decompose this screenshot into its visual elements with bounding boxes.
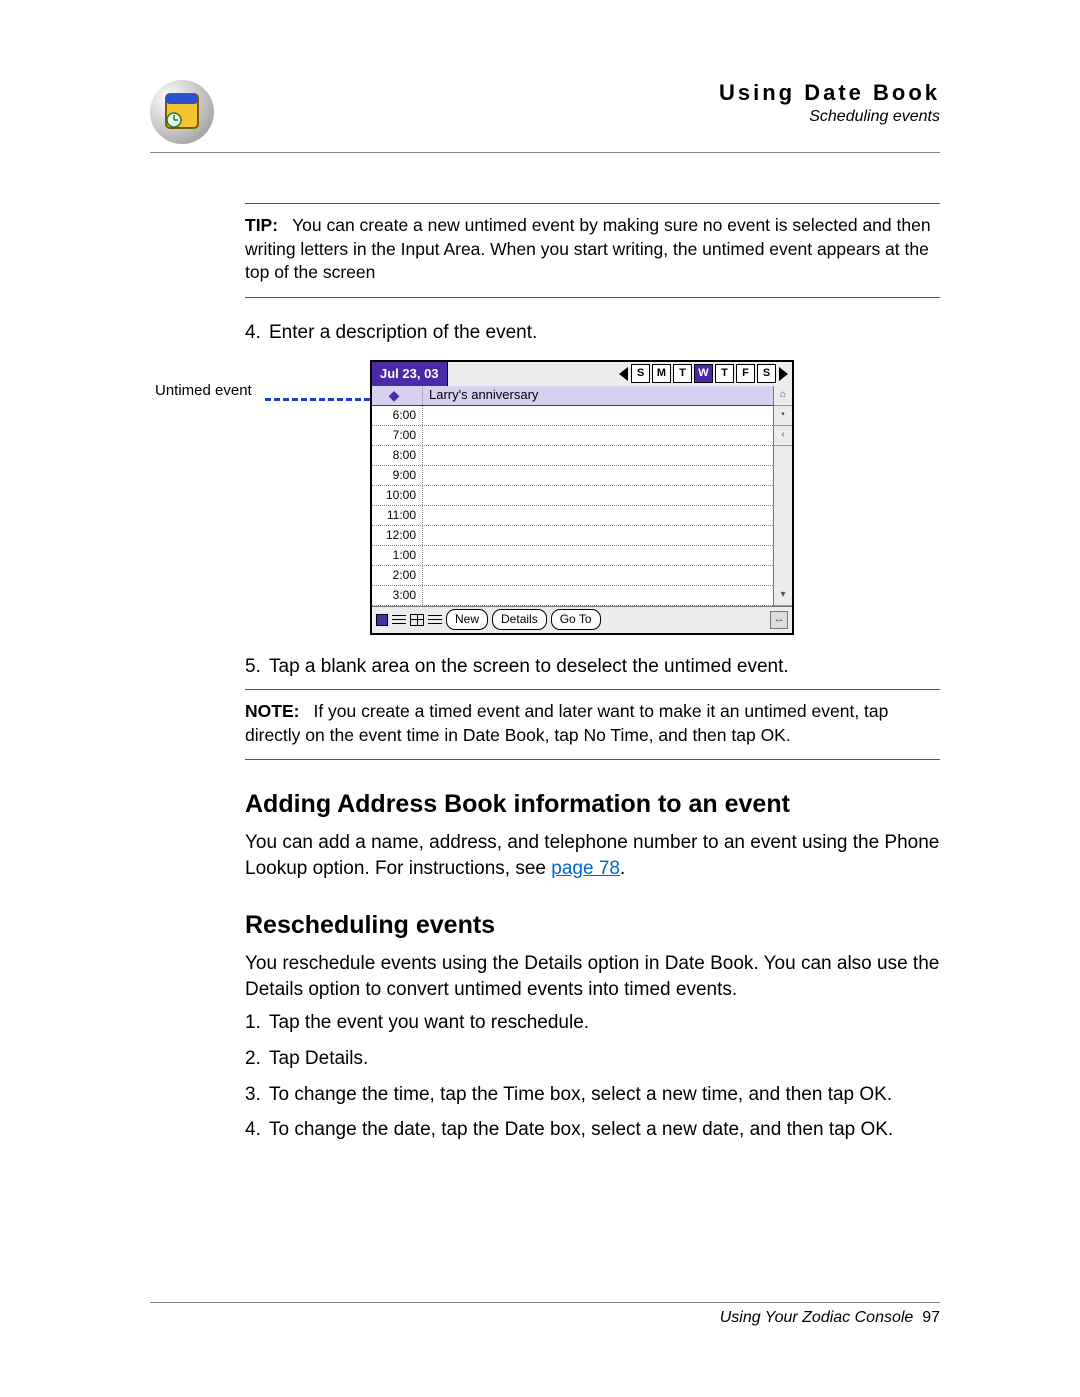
prev-week-arrow-icon[interactable] bbox=[619, 367, 628, 381]
manual-page: Using Date Book Scheduling events TIP:Yo… bbox=[150, 80, 940, 1153]
day-sat[interactable]: S bbox=[757, 364, 776, 383]
step-text: To change the date, tap the Date box, se… bbox=[269, 1119, 893, 1140]
step-text: Tap the event you want to reschedule. bbox=[269, 1012, 589, 1033]
scroll-bottom-icon[interactable]: ▾ bbox=[774, 586, 792, 606]
datebook-body: ◆ Larry's anniversary 6:00 7:00 8:00 9:0… bbox=[372, 386, 792, 606]
page-number: 97 bbox=[922, 1309, 940, 1326]
note-text: If you create a timed event and later wa… bbox=[245, 701, 888, 745]
resched-step-4: 4.To change the date, tap the Date box, … bbox=[245, 1117, 940, 1143]
time-row[interactable]: 10:00 bbox=[372, 486, 773, 506]
section-subtitle: Scheduling events bbox=[719, 108, 940, 126]
time-row[interactable]: 12:00 bbox=[372, 526, 773, 546]
section1-body: You can add a name, address, and telepho… bbox=[245, 830, 940, 881]
untimed-diamond-icon: ◆ bbox=[372, 386, 423, 405]
step-text: To change the time, tap the Time box, se… bbox=[269, 1084, 892, 1105]
time-row[interactable]: 8:00 bbox=[372, 446, 773, 466]
date-label[interactable]: Jul 23, 03 bbox=[372, 362, 448, 386]
new-button[interactable]: New bbox=[446, 609, 488, 629]
step-number: 5. bbox=[245, 654, 269, 680]
header-titles: Using Date Book Scheduling events bbox=[719, 80, 940, 126]
time-row[interactable]: 9:00 bbox=[372, 466, 773, 486]
time-row[interactable]: 7:00 bbox=[372, 426, 773, 446]
scroll-down-icon[interactable]: ‹ bbox=[774, 426, 792, 446]
day-fri[interactable]: F bbox=[736, 364, 755, 383]
step-number: 2. bbox=[245, 1046, 269, 1072]
time-label: 6:00 bbox=[372, 406, 423, 425]
page-content: TIP:You can create a new untimed event b… bbox=[245, 203, 940, 1143]
time-label: 9:00 bbox=[372, 466, 423, 485]
home-icon[interactable]: ⌂ bbox=[774, 386, 792, 406]
time-row[interactable]: 1:00 bbox=[372, 546, 773, 566]
month-view-icon[interactable] bbox=[410, 614, 424, 626]
footer-text: Using Your Zodiac Console bbox=[720, 1309, 914, 1326]
agenda-view-icon[interactable] bbox=[428, 614, 442, 626]
day-view-icon[interactable] bbox=[376, 614, 388, 626]
section-heading-reschedule: Rescheduling events bbox=[245, 909, 940, 943]
step-number: 1. bbox=[245, 1010, 269, 1036]
tip-text: You can create a new untimed event by ma… bbox=[245, 215, 931, 282]
time-row[interactable]: 6:00 bbox=[372, 406, 773, 426]
callout-leader-line bbox=[265, 398, 370, 401]
section1-text-post: . bbox=[620, 858, 625, 879]
day-wed[interactable]: W bbox=[694, 364, 713, 383]
scroll-up-icon[interactable]: • bbox=[774, 406, 792, 426]
datebook-toolbar: New Details Go To ↔ bbox=[372, 606, 792, 633]
time-label: 12:00 bbox=[372, 526, 423, 545]
untimed-event-row[interactable]: ◆ Larry's anniversary bbox=[372, 386, 773, 406]
day-tue[interactable]: T bbox=[673, 364, 692, 383]
datebook-screenshot: Jul 23, 03 S M T W T F S bbox=[370, 360, 794, 635]
day-sun[interactable]: S bbox=[631, 364, 650, 383]
note-box: NOTE:If you create a timed event and lat… bbox=[245, 689, 940, 760]
time-row[interactable]: 2:00 bbox=[372, 566, 773, 586]
page-footer: Using Your Zodiac Console 97 bbox=[150, 1302, 940, 1327]
scrollbar[interactable]: ⌂ • ‹ ▾ bbox=[773, 386, 792, 606]
callout-label: Untimed event bbox=[155, 382, 265, 400]
step-text: Tap Details. bbox=[269, 1048, 368, 1069]
details-button[interactable]: Details bbox=[492, 609, 547, 629]
time-row[interactable]: 11:00 bbox=[372, 506, 773, 526]
day-thu[interactable]: T bbox=[715, 364, 734, 383]
corner-icon[interactable]: ↔ bbox=[770, 611, 788, 629]
section-heading-address: Adding Address Book information to an ev… bbox=[245, 788, 940, 822]
step-5: 5.Tap a blank area on the screen to dese… bbox=[245, 654, 940, 680]
datebook-figure: Untimed event Jul 23, 03 S M T W T F S bbox=[245, 360, 940, 640]
datebook-icon bbox=[150, 80, 214, 144]
time-rows: ◆ Larry's anniversary 6:00 7:00 8:00 9:0… bbox=[372, 386, 773, 606]
time-label: 2:00 bbox=[372, 566, 423, 585]
untimed-event-text[interactable]: Larry's anniversary bbox=[423, 386, 538, 404]
day-mon[interactable]: M bbox=[652, 364, 671, 383]
step-text: Tap a blank area on the screen to desele… bbox=[269, 656, 789, 677]
tip-label: TIP: bbox=[245, 215, 278, 235]
time-label: 11:00 bbox=[372, 506, 423, 525]
step-4: 4.Enter a description of the event. bbox=[245, 320, 940, 346]
page-header: Using Date Book Scheduling events bbox=[150, 80, 940, 153]
time-row[interactable]: 3:00 bbox=[372, 586, 773, 606]
resched-step-1: 1.Tap the event you want to reschedule. bbox=[245, 1010, 940, 1036]
page-78-link[interactable]: page 78 bbox=[551, 858, 620, 879]
step-number: 4. bbox=[245, 1117, 269, 1143]
goto-button[interactable]: Go To bbox=[551, 609, 601, 629]
chapter-title: Using Date Book bbox=[719, 80, 940, 106]
time-label: 1:00 bbox=[372, 546, 423, 565]
time-label: 10:00 bbox=[372, 486, 423, 505]
datebook-header: Jul 23, 03 S M T W T F S bbox=[372, 362, 792, 386]
step-number: 4. bbox=[245, 320, 269, 346]
week-navigator: S M T W T F S bbox=[615, 362, 792, 386]
section2-intro: You reschedule events using the Details … bbox=[245, 951, 940, 1002]
time-label: 7:00 bbox=[372, 426, 423, 445]
step-number: 3. bbox=[245, 1082, 269, 1108]
resched-step-3: 3.To change the time, tap the Time box, … bbox=[245, 1082, 940, 1108]
step-text: Enter a description of the event. bbox=[269, 322, 537, 343]
resched-step-2: 2.Tap Details. bbox=[245, 1046, 940, 1072]
week-view-icon[interactable] bbox=[392, 614, 406, 626]
time-label: 8:00 bbox=[372, 446, 423, 465]
tip-box: TIP:You can create a new untimed event b… bbox=[245, 203, 940, 298]
next-week-arrow-icon[interactable] bbox=[779, 367, 788, 381]
time-label: 3:00 bbox=[372, 586, 423, 605]
note-label: NOTE: bbox=[245, 701, 299, 721]
